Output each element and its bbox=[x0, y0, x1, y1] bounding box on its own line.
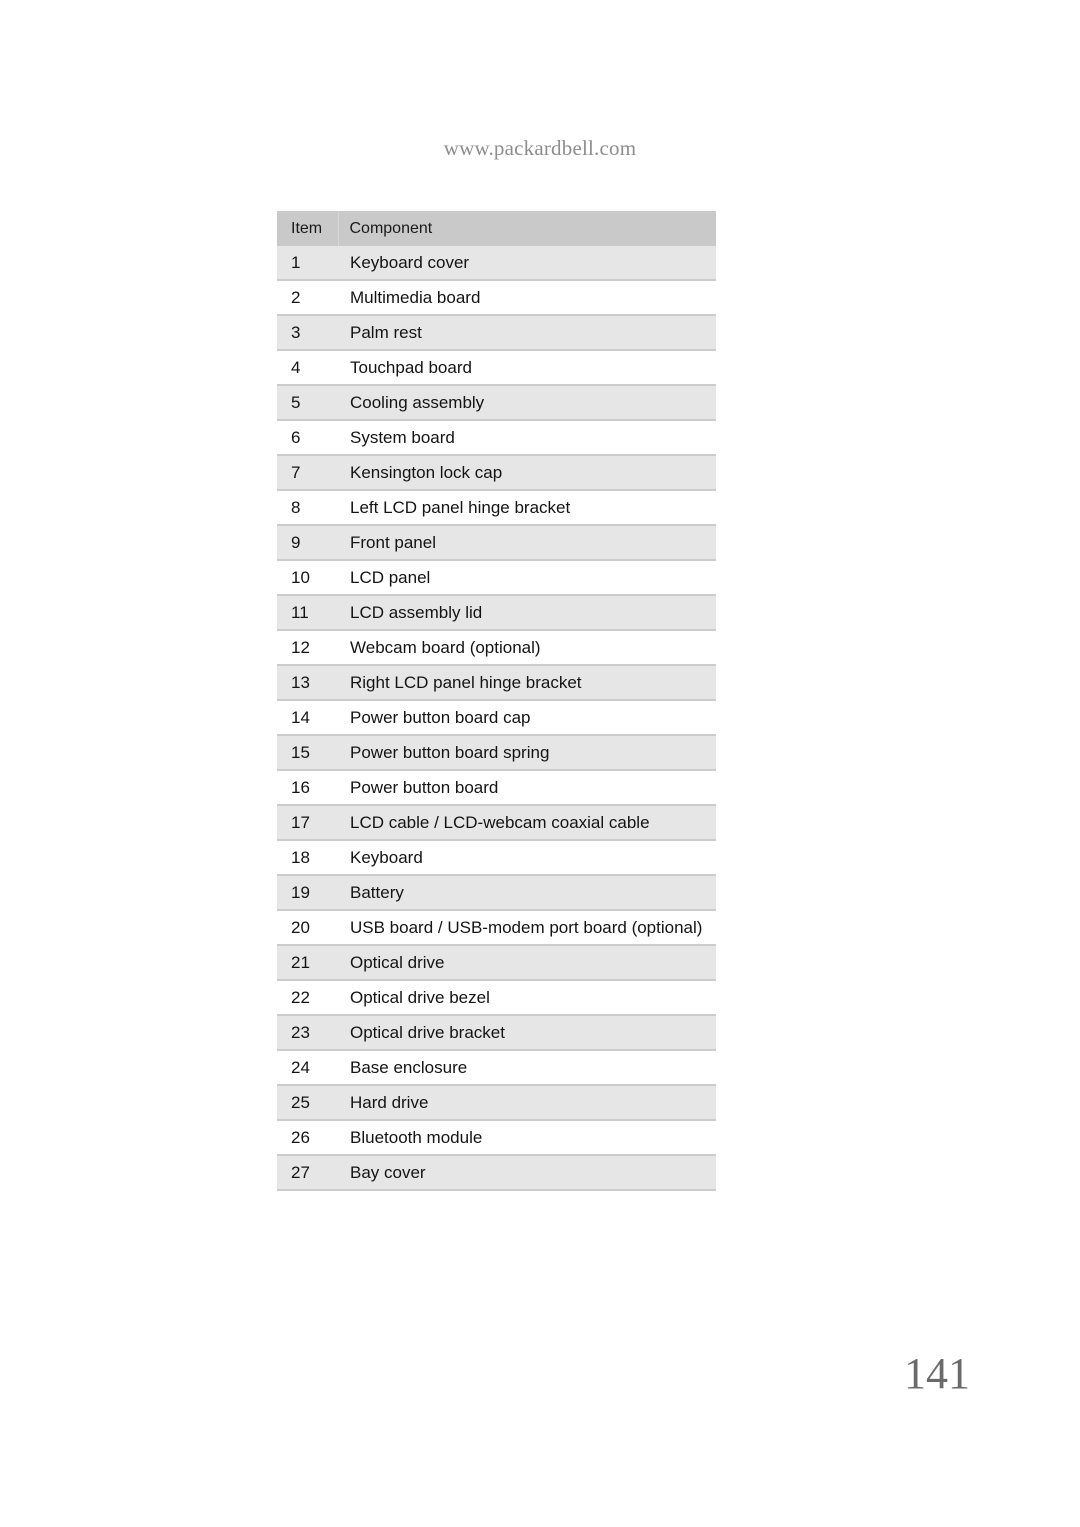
cell-component-name: Power button board spring bbox=[338, 734, 716, 770]
cell-component-name: Left LCD panel hinge bracket bbox=[338, 489, 716, 525]
table-row: 2 Multimedia board bbox=[277, 279, 716, 315]
cell-component-name: Kensington lock cap bbox=[338, 454, 716, 490]
table-row: 17 LCD cable / LCD-webcam coaxial cable bbox=[277, 804, 716, 840]
table-row: 26 Bluetooth module bbox=[277, 1119, 716, 1155]
cell-component-name: Hard drive bbox=[338, 1084, 716, 1120]
cell-item-number: 10 bbox=[277, 559, 338, 595]
cell-component-name: System board bbox=[338, 419, 716, 455]
table-row: 25 Hard drive bbox=[277, 1084, 716, 1120]
cell-item-number: 16 bbox=[277, 769, 338, 805]
table-row: 13 Right LCD panel hinge bracket bbox=[277, 664, 716, 700]
cell-component-name: Base enclosure bbox=[338, 1049, 716, 1085]
cell-item-number: 17 bbox=[277, 804, 338, 840]
cell-item-number: 27 bbox=[277, 1154, 338, 1191]
table-row: 16 Power button board bbox=[277, 769, 716, 805]
table-row: 6 System board bbox=[277, 419, 716, 455]
table-row: 9 Front panel bbox=[277, 524, 716, 560]
cell-item-number: 1 bbox=[277, 246, 338, 280]
cell-item-number: 2 bbox=[277, 279, 338, 315]
table-row: 4 Touchpad board bbox=[277, 349, 716, 385]
cell-component-name: Cooling assembly bbox=[338, 384, 716, 420]
cell-item-number: 14 bbox=[277, 699, 338, 735]
cell-component-name: Multimedia board bbox=[338, 279, 716, 315]
column-header-component: Component bbox=[337, 211, 716, 246]
cell-item-number: 15 bbox=[277, 734, 338, 770]
cell-item-number: 23 bbox=[277, 1014, 338, 1050]
cell-item-number: 21 bbox=[277, 944, 338, 980]
table-header-row: Item Component bbox=[277, 211, 716, 246]
cell-component-name: LCD cable / LCD-webcam coaxial cable bbox=[338, 804, 716, 840]
table-row: 5 Cooling assembly bbox=[277, 384, 716, 420]
cell-item-number: 13 bbox=[277, 664, 338, 700]
cell-component-name: Bay cover bbox=[338, 1154, 716, 1191]
table-row: 21 Optical drive bbox=[277, 944, 716, 980]
cell-component-name: USB board / USB-modem port board (option… bbox=[338, 909, 716, 945]
parts-list-table: Item Component 1 Keyboard cover 2 Multimedi… bbox=[277, 211, 716, 1191]
cell-item-number: 25 bbox=[277, 1084, 338, 1120]
table-row: 11 LCD assembly lid bbox=[277, 594, 716, 630]
cell-component-name: Optical drive bracket bbox=[338, 1014, 716, 1050]
table-row: 12 Webcam board (optional) bbox=[277, 629, 716, 665]
cell-component-name: Front panel bbox=[338, 524, 716, 560]
page-number: 141 bbox=[904, 1349, 970, 1398]
cell-component-name: Power button board cap bbox=[338, 699, 716, 735]
cell-component-name: Touchpad board bbox=[338, 349, 716, 385]
cell-item-number: 8 bbox=[277, 489, 338, 525]
cell-item-number: 20 bbox=[277, 909, 338, 945]
cell-component-name: Optical drive bbox=[338, 944, 716, 980]
cell-component-name: Right LCD panel hinge bracket bbox=[338, 664, 716, 700]
table-row: 14 Power button board cap bbox=[277, 699, 716, 735]
table-row: 27 Bay cover bbox=[277, 1154, 716, 1191]
cell-item-number: 7 bbox=[277, 454, 338, 490]
table-body: 1 Keyboard cover 2 Multimedia board 3 Palm re… bbox=[277, 246, 716, 1191]
cell-component-name: Palm rest bbox=[338, 314, 716, 350]
table-row: 10 LCD panel bbox=[277, 559, 716, 595]
cell-item-number: 24 bbox=[277, 1049, 338, 1085]
cell-item-number: 11 bbox=[277, 594, 338, 630]
cell-item-number: 18 bbox=[277, 839, 338, 875]
cell-item-number: 4 bbox=[277, 349, 338, 385]
cell-component-name: Keyboard cover bbox=[338, 246, 716, 280]
table-row: 7 Kensington lock cap bbox=[277, 454, 716, 490]
cell-component-name: Webcam board (optional) bbox=[338, 629, 716, 665]
running-header-site-url: www.packardbell.com bbox=[443, 136, 637, 160]
column-header-item: Item bbox=[277, 211, 338, 246]
cell-component-name: LCD panel bbox=[338, 559, 716, 595]
cell-component-name: Power button board bbox=[338, 769, 716, 805]
cell-item-number: 5 bbox=[277, 384, 338, 420]
table-row: 8 Left LCD panel hinge bracket bbox=[277, 489, 716, 525]
table-row: 18 Keyboard bbox=[277, 839, 716, 875]
cell-item-number: 19 bbox=[277, 874, 338, 910]
cell-component-name: Keyboard bbox=[338, 839, 716, 875]
cell-item-number: 12 bbox=[277, 629, 338, 665]
table-row: 3 Palm rest bbox=[277, 314, 716, 350]
cell-item-number: 22 bbox=[277, 979, 338, 1015]
cell-item-number: 3 bbox=[277, 314, 338, 350]
table-row: 15 Power button board spring bbox=[277, 734, 716, 770]
table-row: 22 Optical drive bezel bbox=[277, 979, 716, 1015]
table-row: 1 Keyboard cover bbox=[277, 246, 716, 280]
cell-component-name: Battery bbox=[338, 874, 716, 910]
cell-component-name: Bluetooth module bbox=[338, 1119, 716, 1155]
table-row: 20 USB board / USB-modem port board (opti… bbox=[277, 909, 716, 945]
cell-component-name: LCD assembly lid bbox=[338, 594, 716, 630]
cell-item-number: 9 bbox=[277, 524, 338, 560]
table-row: 23 Optical drive bracket bbox=[277, 1014, 716, 1050]
cell-component-name: Optical drive bezel bbox=[338, 979, 716, 1015]
table-row: 24 Base enclosure bbox=[277, 1049, 716, 1085]
cell-item-number: 6 bbox=[277, 419, 338, 455]
table-header: Item Component bbox=[277, 211, 716, 246]
cell-item-number: 26 bbox=[277, 1119, 338, 1155]
table-row: 19 Battery bbox=[277, 874, 716, 910]
